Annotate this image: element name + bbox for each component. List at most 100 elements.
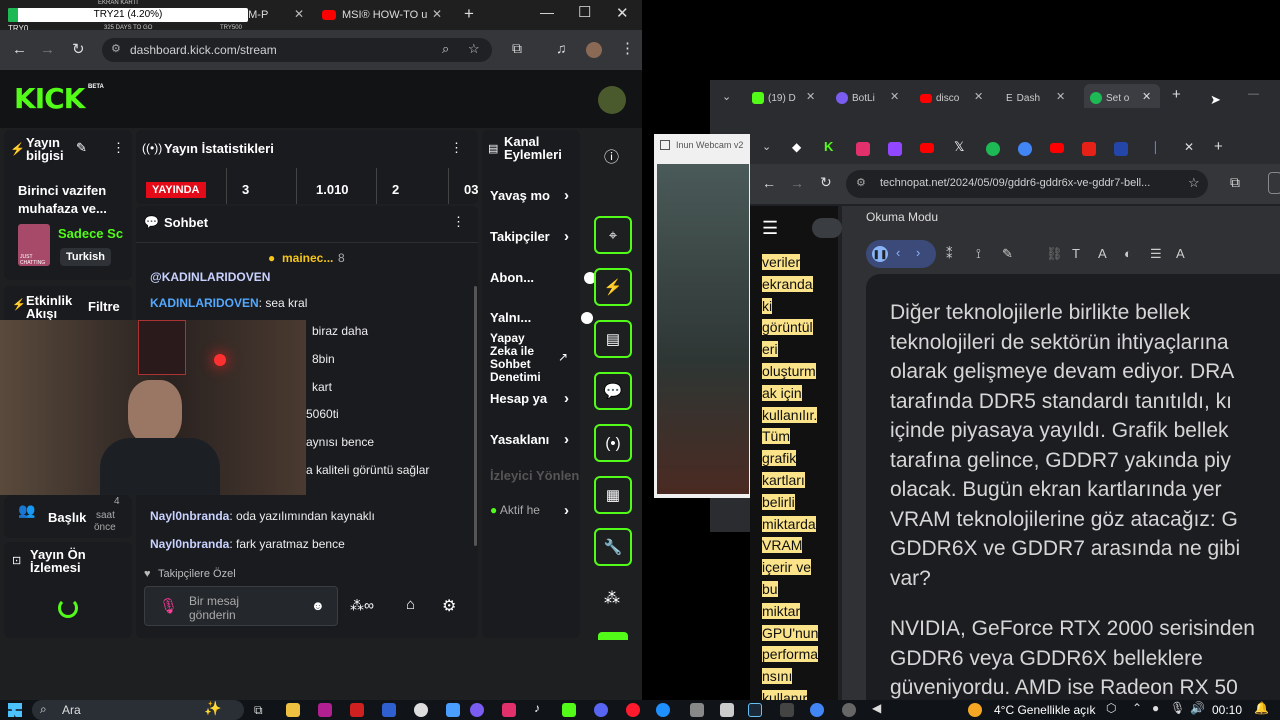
action-viewer-redirect[interactable]: İzleyici Yönlen — [490, 468, 580, 483]
minimize-icon[interactable]: — — [1248, 88, 1259, 100]
url-bar[interactable]: ⚙ dashboard.kick.com/stream ⌕ ☆ — [102, 38, 492, 62]
app-icon[interactable] — [318, 703, 332, 717]
steam-icon[interactable] — [748, 703, 762, 717]
app-icon[interactable] — [690, 703, 704, 717]
chat-username[interactable]: Nayl0nbranda — [150, 537, 229, 551]
action-ai-moderation[interactable]: Yapay Zeka ile Sohbet Denetimi — [490, 332, 554, 384]
back-icon[interactable]: ← — [762, 175, 776, 191]
new-tab-icon[interactable]: + — [1172, 86, 1181, 103]
v-tab-icon[interactable] — [1114, 142, 1128, 156]
instagram-tab-icon[interactable] — [856, 142, 870, 156]
kick-tab-icon[interactable]: K — [824, 139, 833, 154]
tab-close-icon[interactable]: ✕ — [1056, 90, 1065, 103]
chat-scrollbar[interactable] — [474, 286, 477, 546]
tab-search-icon[interactable]: ⌄ — [762, 140, 771, 153]
app-icon[interactable] — [446, 703, 460, 717]
tab-dash[interactable]: E Dash — [1006, 88, 1058, 108]
more-icon[interactable]: ⋮ — [450, 140, 463, 156]
new-tab-icon[interactable]: + — [1214, 138, 1223, 155]
chat-username[interactable]: KADINLARIDOVEN — [150, 296, 259, 310]
app-icon[interactable]: ◀ — [872, 701, 881, 715]
edit-pencil-icon[interactable]: ✎ — [76, 140, 87, 156]
spotify-tab-icon[interactable] — [986, 142, 1000, 156]
zoom-icon[interactable]: ⌕ — [442, 41, 449, 57]
youtube-tab-icon[interactable] — [920, 143, 934, 153]
profile-avatar[interactable] — [586, 42, 602, 58]
app-icon[interactable] — [382, 703, 396, 717]
green-button-partial[interactable] — [598, 632, 628, 640]
app-tab-icon[interactable] — [1082, 142, 1096, 156]
active-tab-icon[interactable]: ❘ — [1150, 139, 1161, 155]
app-icon[interactable] — [350, 703, 364, 717]
back-icon[interactable]: ← — [12, 41, 27, 58]
more-icon[interactable]: ⋮ — [112, 140, 125, 156]
extensions-icon[interactable]: ⧉ — [1230, 174, 1240, 191]
site-info-icon[interactable]: ⚙ — [111, 42, 121, 55]
tools-button[interactable]: 🔧 — [594, 528, 632, 566]
filter-button[interactable]: Filtre — [88, 299, 120, 314]
tab-close-icon[interactable]: ✕ — [1184, 140, 1194, 154]
chrome-icon[interactable] — [810, 703, 824, 717]
app-icon[interactable] — [842, 703, 856, 717]
notes-button[interactable]: ▤ — [594, 320, 632, 358]
discord-icon[interactable] — [594, 703, 608, 717]
action-followers[interactable]: Takipçiler › — [490, 228, 576, 245]
kick-app-icon[interactable] — [562, 703, 576, 717]
broadcast-button[interactable]: (•) — [594, 424, 632, 462]
instagram-icon[interactable] — [502, 703, 516, 717]
microphone-icon[interactable]: 🎙 — [1170, 701, 1185, 715]
opera-icon[interactable] — [626, 703, 640, 717]
tab-close-icon[interactable]: ✕ — [1142, 90, 1151, 103]
previous-icon[interactable]: ‹ — [896, 245, 900, 260]
theme-toggle[interactable] — [812, 218, 842, 238]
tab-disco[interactable]: disco — [920, 88, 978, 108]
chat-username[interactable]: @KADINLARIDOVEN — [150, 270, 270, 284]
action-account[interactable]: Hesap ya › — [490, 390, 576, 407]
microphone-icon[interactable]: 🎙 — [159, 597, 178, 615]
tab-close-icon[interactable]: ✕ — [294, 7, 304, 21]
task-view-icon[interactable]: ⧉ — [254, 703, 263, 718]
close-window-icon[interactable]: ✕ — [616, 4, 629, 22]
category-link[interactable]: Sadece Sc — [58, 226, 123, 241]
reload-icon[interactable]: ↻ — [820, 174, 832, 191]
more-icon[interactable]: ⋮ — [452, 214, 465, 230]
front-url-bar[interactable]: ⚙ technopat.net/2024/05/09/gddr6-gddr6x-… — [846, 170, 1208, 198]
volume-icon[interactable]: 🔊 — [1190, 701, 1205, 715]
tab-search-icon[interactable]: ⌄ — [722, 90, 731, 103]
notification-bell-icon[interactable]: 🔔 — [1254, 701, 1269, 715]
user-avatar[interactable] — [598, 86, 626, 114]
minimize-icon[interactable]: — — [540, 4, 554, 20]
tray-app-icon[interactable]: ● — [1152, 701, 1159, 715]
edge-icon[interactable] — [656, 703, 670, 717]
chat-username[interactable]: Nayl0nbranda — [150, 509, 229, 523]
media-icon[interactable]: ♫ — [556, 40, 567, 56]
file-explorer-icon[interactable] — [286, 703, 300, 717]
site-info-icon[interactable]: ⚙ — [856, 176, 866, 189]
action-active[interactable]: ● Aktif he › — [490, 502, 576, 519]
link-icon[interactable]: ⛓ — [1046, 246, 1063, 262]
action-bans[interactable]: Yasaklanı › — [490, 431, 576, 448]
kick-logo[interactable]: KICK — [14, 82, 85, 115]
tiktok-icon[interactable]: ♪ — [534, 701, 540, 715]
forward-icon[interactable]: → — [40, 41, 55, 58]
tab-partial[interactable]: 0M-P — [242, 4, 302, 26]
bookmark-star-icon[interactable]: ☆ — [1188, 175, 1200, 191]
kicks-icon[interactable]: ⁂∞ — [350, 597, 374, 614]
external-link-icon[interactable]: ↗ — [558, 350, 568, 364]
app-icon[interactable] — [720, 703, 734, 717]
tab-twitch[interactable]: (19) D — [752, 88, 812, 108]
info-icon[interactable]: ⓘ — [604, 146, 619, 167]
app-icon[interactable] — [470, 703, 484, 717]
x-tab-icon[interactable]: 𝕏 — [954, 139, 964, 155]
voice-speed-icon[interactable]: ⁑ — [946, 246, 953, 262]
maximize-icon[interactable]: ☐ — [578, 3, 591, 21]
tab-close-icon[interactable]: ✕ — [890, 90, 899, 103]
google-tab-icon[interactable] — [1018, 142, 1032, 156]
voice-icon[interactable]: ⟟ — [976, 246, 981, 262]
tab-botli[interactable]: BotLi — [836, 88, 892, 108]
letter-spacing-icon[interactable]: A — [1176, 246, 1185, 261]
tray-app-icon[interactable]: ⬡ — [1106, 701, 1116, 715]
play-pause-icon[interactable]: ❚❚ — [872, 246, 888, 262]
clock[interactable]: 00:10 — [1212, 703, 1242, 717]
store-icon[interactable]: ⌂ — [406, 596, 415, 613]
